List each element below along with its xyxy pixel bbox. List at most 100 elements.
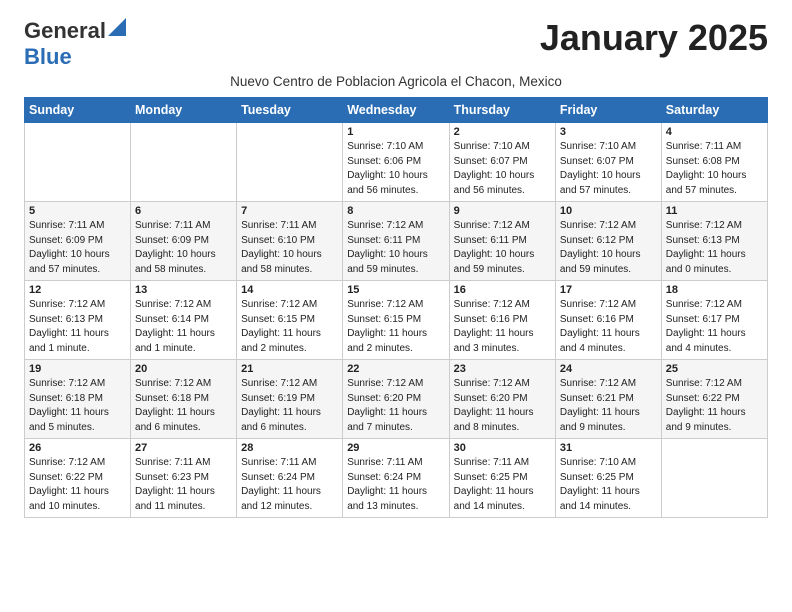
day-info: Sunrise: 7:10 AMSunset: 6:07 PMDaylight:… <box>454 140 551 198</box>
day-number: 31 <box>560 442 657 454</box>
day-info: Sunrise: 7:11 AMSunset: 6:09 PMDaylight:… <box>135 219 232 277</box>
day-info: Sunrise: 7:11 AMSunset: 6:24 PMDaylight:… <box>241 456 338 514</box>
calendar-cell: 2 Sunrise: 7:10 AMSunset: 6:07 PMDaylight… <box>449 123 555 202</box>
day-info: Sunrise: 7:10 AMSunset: 6:07 PMDaylight:… <box>560 140 657 198</box>
calendar-cell: 31 Sunrise: 7:10 AMSunset: 6:25 PMDayligh… <box>555 439 661 518</box>
day-info: Sunrise: 7:12 AMSunset: 6:11 PMDaylight:… <box>454 219 551 277</box>
calendar-cell: 24Sunrise: 7:12 AMSunset: 6:21 PMDayligh… <box>555 360 661 439</box>
day-number: 2 <box>454 126 551 138</box>
day-info: Sunrise: 7:12 AMSunset: 6:22 PMDaylight:… <box>666 377 763 435</box>
calendar-cell: 22 Sunrise: 7:12 AMSunset: 6:20 PMDayligh… <box>343 360 449 439</box>
day-number: 28 <box>241 442 338 454</box>
calendar-week-row: 19 Sunrise: 7:12 AMSunset: 6:18 PMDayligh… <box>25 360 768 439</box>
calendar-cell: 3 Sunrise: 7:10 AMSunset: 6:07 PMDaylight… <box>555 123 661 202</box>
day-number: 20 <box>135 363 232 375</box>
calendar-cell: 30 Sunrise: 7:11 AMSunset: 6:25 PMDayligh… <box>449 439 555 518</box>
day-info: Sunrise: 7:12 AMSunset: 6:16 PMDaylight:… <box>560 298 657 356</box>
header: General Blue January 2025 <box>24 18 768 70</box>
logo-general: General <box>24 18 106 44</box>
day-info: Sunrise: 7:12 AMSunset: 6:22 PMDaylight:… <box>29 456 126 514</box>
calendar-cell: 5Sunrise: 7:11 AMSunset: 6:09 PMDaylight… <box>25 202 131 281</box>
day-info: Sunrise: 7:10 AMSunset: 6:06 PMDaylight:… <box>347 140 444 198</box>
calendar-cell: 8 Sunrise: 7:12 AMSunset: 6:11 PMDaylight… <box>343 202 449 281</box>
calendar-week-row: 26 Sunrise: 7:12 AMSunset: 6:22 PMDayligh… <box>25 439 768 518</box>
day-info: Sunrise: 7:11 AMSunset: 6:24 PMDaylight:… <box>347 456 444 514</box>
calendar-cell: 20 Sunrise: 7:12 AMSunset: 6:18 PMDayligh… <box>131 360 237 439</box>
calendar-header-row: Sunday Monday Tuesday Wednesday Thursday… <box>25 98 768 123</box>
calendar-cell: 19 Sunrise: 7:12 AMSunset: 6:18 PMDayligh… <box>25 360 131 439</box>
col-monday: Monday <box>131 98 237 123</box>
calendar-cell: 14 Sunrise: 7:12 AMSunset: 6:15 PMDayligh… <box>237 281 343 360</box>
day-info: Sunrise: 7:12 AMSunset: 6:17 PMDaylight:… <box>666 298 763 356</box>
calendar-cell: 4 Sunrise: 7:11 AMSunset: 6:08 PMDaylight… <box>661 123 767 202</box>
day-number: 8 <box>347 205 444 217</box>
day-info: Sunrise: 7:11 AMSunset: 6:08 PMDaylight:… <box>666 140 763 198</box>
day-number: 22 <box>347 363 444 375</box>
day-number: 10 <box>560 205 657 217</box>
day-info: Sunrise: 7:12 AMSunset: 6:15 PMDaylight:… <box>241 298 338 356</box>
day-info: Sunrise: 7:12 AMSunset: 6:14 PMDaylight:… <box>135 298 232 356</box>
day-info: Sunrise: 7:11 AMSunset: 6:09 PMDaylight:… <box>29 219 126 277</box>
day-number: 17 <box>560 284 657 296</box>
day-info: Sunrise: 7:11 AMSunset: 6:23 PMDaylight:… <box>135 456 232 514</box>
calendar-cell: 25Sunrise: 7:12 AMSunset: 6:22 PMDayligh… <box>661 360 767 439</box>
calendar-week-row: 5Sunrise: 7:11 AMSunset: 6:09 PMDaylight… <box>25 202 768 281</box>
calendar-cell: 1Sunrise: 7:10 AMSunset: 6:06 PMDaylight… <box>343 123 449 202</box>
day-number: 14 <box>241 284 338 296</box>
day-number: 15 <box>347 284 444 296</box>
day-info: Sunrise: 7:12 AMSunset: 6:11 PMDaylight:… <box>347 219 444 277</box>
calendar-cell: 11 Sunrise: 7:12 AMSunset: 6:13 PMDayligh… <box>661 202 767 281</box>
day-info: Sunrise: 7:12 AMSunset: 6:13 PMDaylight:… <box>29 298 126 356</box>
subtitle: Nuevo Centro de Poblacion Agricola el Ch… <box>24 74 768 89</box>
day-number: 18 <box>666 284 763 296</box>
calendar-cell: 18 Sunrise: 7:12 AMSunset: 6:17 PMDayligh… <box>661 281 767 360</box>
day-info: Sunrise: 7:12 AMSunset: 6:18 PMDaylight:… <box>29 377 126 435</box>
day-number: 23 <box>454 363 551 375</box>
calendar-cell <box>661 439 767 518</box>
day-number: 29 <box>347 442 444 454</box>
calendar-week-row: 12Sunrise: 7:12 AMSunset: 6:13 PMDayligh… <box>25 281 768 360</box>
calendar-cell: 28 Sunrise: 7:11 AMSunset: 6:24 PMDayligh… <box>237 439 343 518</box>
logo-blue: Blue <box>24 44 72 69</box>
day-info: Sunrise: 7:12 AMSunset: 6:15 PMDaylight:… <box>347 298 444 356</box>
day-number: 4 <box>666 126 763 138</box>
calendar-cell: 26 Sunrise: 7:12 AMSunset: 6:22 PMDayligh… <box>25 439 131 518</box>
page: General Blue January 2025 Nuevo Centro d… <box>0 0 792 536</box>
calendar-cell: 21Sunrise: 7:12 AMSunset: 6:19 PMDayligh… <box>237 360 343 439</box>
calendar-cell: 12Sunrise: 7:12 AMSunset: 6:13 PMDayligh… <box>25 281 131 360</box>
day-number: 7 <box>241 205 338 217</box>
day-info: Sunrise: 7:12 AMSunset: 6:20 PMDaylight:… <box>347 377 444 435</box>
day-info: Sunrise: 7:12 AMSunset: 6:13 PMDaylight:… <box>666 219 763 277</box>
calendar-cell: 15 Sunrise: 7:12 AMSunset: 6:15 PMDayligh… <box>343 281 449 360</box>
day-number: 6 <box>135 205 232 217</box>
day-info: Sunrise: 7:11 AMSunset: 6:25 PMDaylight:… <box>454 456 551 514</box>
day-number: 26 <box>29 442 126 454</box>
day-info: Sunrise: 7:10 AMSunset: 6:25 PMDaylight:… <box>560 456 657 514</box>
col-tuesday: Tuesday <box>237 98 343 123</box>
day-number: 19 <box>29 363 126 375</box>
day-info: Sunrise: 7:12 AMSunset: 6:12 PMDaylight:… <box>560 219 657 277</box>
calendar-cell: 17 Sunrise: 7:12 AMSunset: 6:16 PMDayligh… <box>555 281 661 360</box>
calendar-cell: 23Sunrise: 7:12 AMSunset: 6:20 PMDayligh… <box>449 360 555 439</box>
day-info: Sunrise: 7:12 AMSunset: 6:21 PMDaylight:… <box>560 377 657 435</box>
day-number: 3 <box>560 126 657 138</box>
day-number: 16 <box>454 284 551 296</box>
calendar-cell: 10 Sunrise: 7:12 AMSunset: 6:12 PMDayligh… <box>555 202 661 281</box>
day-number: 9 <box>454 205 551 217</box>
day-number: 13 <box>135 284 232 296</box>
day-info: Sunrise: 7:12 AMSunset: 6:18 PMDaylight:… <box>135 377 232 435</box>
day-info: Sunrise: 7:11 AMSunset: 6:10 PMDaylight:… <box>241 219 338 277</box>
calendar-cell: 16 Sunrise: 7:12 AMSunset: 6:16 PMDayligh… <box>449 281 555 360</box>
day-info: Sunrise: 7:12 AMSunset: 6:16 PMDaylight:… <box>454 298 551 356</box>
calendar-cell <box>25 123 131 202</box>
calendar-body: 1Sunrise: 7:10 AMSunset: 6:06 PMDaylight… <box>25 123 768 518</box>
col-thursday: Thursday <box>449 98 555 123</box>
calendar-cell <box>131 123 237 202</box>
calendar-cell: 7 Sunrise: 7:11 AMSunset: 6:10 PMDaylight… <box>237 202 343 281</box>
calendar-cell: 6 Sunrise: 7:11 AMSunset: 6:09 PMDaylight… <box>131 202 237 281</box>
day-number: 11 <box>666 205 763 217</box>
day-number: 30 <box>454 442 551 454</box>
calendar-week-row: 1Sunrise: 7:10 AMSunset: 6:06 PMDaylight… <box>25 123 768 202</box>
col-saturday: Saturday <box>661 98 767 123</box>
logo-wing-icon <box>108 18 126 36</box>
